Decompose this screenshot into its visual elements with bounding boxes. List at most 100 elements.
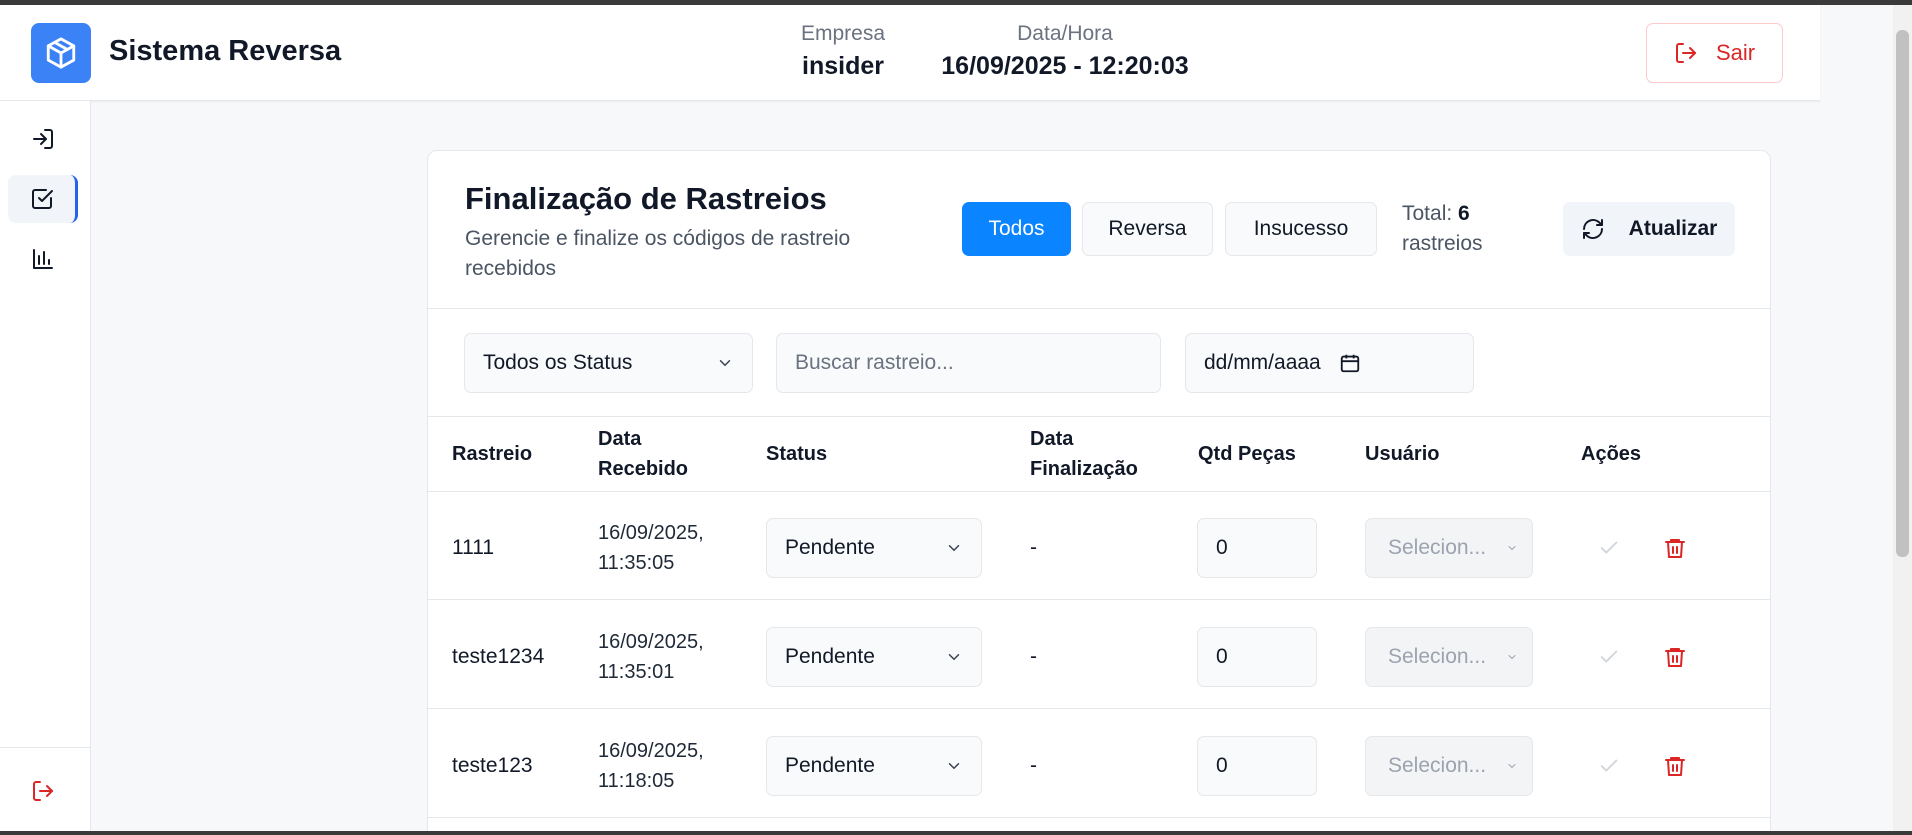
- datetime-value: 16/09/2025 - 12:20:03: [941, 52, 1189, 80]
- cell-rastreio: 1111: [452, 536, 495, 559]
- chevron-down-icon: [719, 360, 731, 367]
- refresh-icon: [1582, 219, 1603, 239]
- cell-rastreio: teste1234: [452, 645, 545, 668]
- col-qtd-pecas: Qtd Peças: [1198, 443, 1296, 465]
- filter-todos-button[interactable]: Todos: [962, 202, 1071, 256]
- col-status: Status: [766, 443, 828, 465]
- check-icon: [1600, 759, 1618, 772]
- scrollbar-thumb[interactable]: [1896, 30, 1909, 557]
- trash-icon: [1665, 648, 1685, 667]
- total-unit: rastreios: [1402, 232, 1483, 255]
- chevron-down-icon: [1508, 764, 1516, 769]
- package-icon: [46, 37, 76, 69]
- trash-icon: [1665, 539, 1685, 558]
- page-title: Finalização de Rastreios: [465, 181, 827, 216]
- finalizacao-card: Finalização de Rastreios Gerencie e fina…: [427, 150, 1771, 835]
- delete-button[interactable]: [1659, 532, 1691, 564]
- date-line1: 16/09/2025,: [598, 740, 704, 762]
- delete-button[interactable]: [1659, 750, 1691, 782]
- sidebar-item-finalizacao[interactable]: [8, 175, 78, 223]
- page-subtitle: Gerencie e finalize os códigos de rastre…: [465, 227, 851, 280]
- refresh-button[interactable]: Atualizar: [1563, 202, 1735, 256]
- date-line2: 11:35:05: [598, 552, 675, 574]
- qtd-pecas-input[interactable]: [1197, 518, 1317, 578]
- cell-rastreio: teste123: [452, 754, 533, 777]
- cell-data-finalizacao: -: [1030, 754, 1037, 777]
- header-divider: [428, 308, 1770, 309]
- chevron-down-icon: [948, 545, 960, 552]
- chevron-down-icon: [948, 763, 960, 770]
- date-line1: 16/09/2025,: [598, 631, 704, 653]
- refresh-label: Atualizar: [1628, 217, 1718, 240]
- check-icon: [1600, 541, 1618, 554]
- confirm-button[interactable]: [1593, 641, 1625, 673]
- total-count: 6: [1458, 202, 1470, 225]
- delete-button[interactable]: [1659, 641, 1691, 673]
- bar-chart-icon: [33, 249, 53, 269]
- app-logo: [31, 23, 91, 83]
- qtd-pecas-input[interactable]: [1197, 627, 1317, 687]
- status-value: Pendente: [785, 754, 875, 777]
- sidebar-item-relatorios[interactable]: [8, 235, 78, 283]
- col-usuario: Usuário: [1365, 443, 1440, 465]
- usuario-value: Selecion...: [1388, 645, 1487, 668]
- top-header: Sistema Reversa Empresa insider Data/Hor…: [0, 5, 1820, 101]
- status-select[interactable]: Pendente: [766, 518, 982, 578]
- check-icon: [1600, 650, 1618, 663]
- status-filter-select[interactable]: Todos os Status: [464, 333, 753, 393]
- cell-data-recebido: 16/09/2025, 11:35:05: [598, 516, 704, 580]
- usuario-select[interactable]: Selecion...: [1365, 736, 1533, 796]
- logout-icon: [33, 781, 53, 801]
- sidebar: [0, 101, 91, 831]
- confirm-button[interactable]: [1593, 750, 1625, 782]
- filter-reversa-button[interactable]: Reversa: [1082, 202, 1213, 256]
- date-input[interactable]: dd/mm/aaaa: [1185, 333, 1474, 393]
- filter-insucesso-button[interactable]: Insucesso: [1225, 202, 1377, 256]
- total-label: Total:: [1402, 202, 1453, 225]
- confirm-button[interactable]: [1593, 532, 1625, 564]
- status-value: Pendente: [785, 536, 875, 559]
- datetime-label: Data/Hora: [1017, 22, 1113, 45]
- cell-data-finalizacao: -: [1030, 645, 1037, 668]
- checkbox-icon: [31, 189, 53, 209]
- calendar-icon: [1340, 354, 1359, 373]
- row-divider: [428, 708, 1770, 709]
- sidebar-divider: [0, 747, 90, 748]
- chevron-down-icon: [948, 654, 960, 661]
- col-data-recebido: Data Recebido: [598, 428, 689, 480]
- usuario-select[interactable]: Selecion...: [1365, 627, 1533, 687]
- sidebar-logout-button[interactable]: [8, 767, 78, 815]
- datetime-block: Data/Hora 16/09/2025 - 12:20:03: [925, 22, 1205, 81]
- qtd-pecas-input[interactable]: [1197, 736, 1317, 796]
- cell-data-recebido: 16/09/2025, 11:35:01: [598, 625, 704, 689]
- trash-icon: [1665, 757, 1685, 776]
- table-header-divider: [428, 491, 1770, 492]
- date-placeholder: dd/mm/aaaa: [1204, 351, 1321, 374]
- search-input[interactable]: [776, 333, 1161, 393]
- logout-label: Sair: [1715, 40, 1756, 65]
- usuario-value: Selecion...: [1388, 754, 1487, 777]
- status-select[interactable]: Pendente: [766, 627, 982, 687]
- cell-data-recebido: 16/09/2025, 11:18:05: [598, 734, 704, 798]
- cell-data-finalizacao: -: [1030, 536, 1037, 559]
- row-divider: [428, 817, 1770, 818]
- login-icon: [33, 129, 53, 149]
- status-filter-value: Todos os Status: [483, 351, 633, 374]
- logout-button[interactable]: Sair: [1646, 23, 1783, 83]
- sidebar-item-entrada[interactable]: [8, 115, 78, 163]
- date-line1: 16/09/2025,: [598, 522, 704, 544]
- chevron-down-icon: [1508, 546, 1516, 551]
- col-data-finalizacao: Data Finalização: [1030, 428, 1138, 480]
- company-value: insider: [802, 52, 884, 80]
- status-select[interactable]: Pendente: [766, 736, 982, 796]
- chevron-down-icon: [1508, 655, 1516, 660]
- col-rastreio: Rastreio: [452, 443, 533, 465]
- window-bottom-border: [0, 831, 1912, 835]
- col-acoes: Ações: [1581, 443, 1642, 465]
- usuario-select[interactable]: Selecion...: [1365, 518, 1533, 578]
- row-divider: [428, 599, 1770, 600]
- date-line2: 11:35:01: [598, 661, 675, 683]
- logout-icon: [1675, 43, 1696, 63]
- date-line2: 11:18:05: [598, 770, 675, 792]
- app-title: Sistema Reversa: [109, 35, 342, 67]
